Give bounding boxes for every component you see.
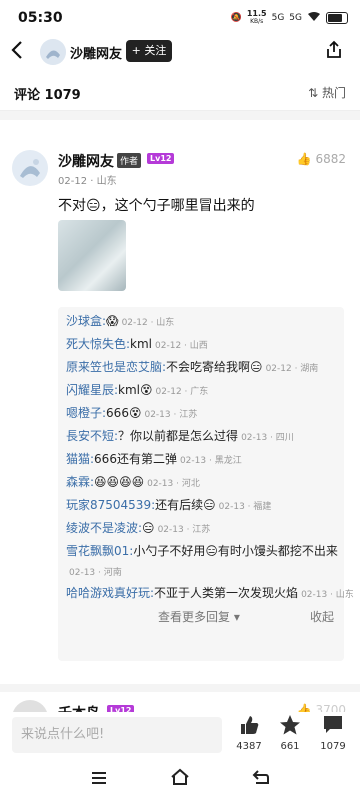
top-nav: 沙雕网友 + 关注	[0, 34, 360, 70]
comment-image[interactable]	[58, 220, 126, 291]
reply-item[interactable]: 猫猫:666还有第二弹 02-13 · 黑龙江	[66, 449, 242, 471]
page-name[interactable]: 沙雕网友	[70, 43, 122, 62]
comment-author[interactable]: 沙雕网友	[58, 151, 114, 171]
comment-count: 评论 1079	[14, 88, 81, 103]
like-icon	[241, 716, 259, 734]
back-icon[interactable]	[10, 38, 34, 66]
status-time: 05:30	[18, 10, 63, 26]
more-replies-button[interactable]: 查看更多回复 ▾	[158, 608, 240, 625]
collapse-button[interactable]: 收起	[310, 608, 334, 625]
reply-item[interactable]: 哈哈游戏真好玩:不亚于人类第一次发现火焰 02-13 · 山东	[66, 583, 354, 605]
replies-box: 沙球盒:😱 02-12 · 山东 死大惊失色:kml 02-12 · 山西 原来笠也…	[58, 307, 354, 661]
like-icon: 👍	[296, 152, 312, 166]
status-icons: 🔕 11.5 KB/s 5G 5G	[231, 10, 348, 26]
sort-icon: ⇅	[308, 86, 319, 100]
comment-like-button[interactable]: 👍 6882	[297, 152, 346, 166]
reply-item[interactable]: 原来笠也是恋艾脑:不会吃寄给我啊😑 02-12 · 湖南	[66, 357, 318, 379]
share-icon[interactable]	[324, 40, 344, 60]
return-icon[interactable]	[252, 769, 270, 789]
comments-header: 评论 1079 ⇅ 热门	[0, 72, 360, 111]
signal-1-icon: 5G	[271, 13, 285, 23]
like-button[interactable]: 4387	[232, 714, 266, 752]
signal-2-icon: 5G	[289, 13, 302, 23]
comment-meta: 02-12 · 山东	[58, 176, 117, 187]
favorite-button[interactable]: 661	[273, 714, 307, 752]
page-avatar[interactable]	[40, 39, 66, 65]
reply-item[interactable]: 嗯橙子:666😵 02-13 · 江苏	[66, 403, 197, 425]
comment-button[interactable]: 1079	[316, 714, 350, 752]
comment-icon	[324, 716, 342, 733]
reply-item[interactable]: 沙球盒:😱 02-12 · 山东	[66, 311, 174, 333]
comment-avatar[interactable]	[12, 150, 48, 186]
reply-item[interactable]: 死大惊失色:kml 02-12 · 山西	[66, 334, 208, 356]
emoji-icon: 😑	[86, 198, 101, 214]
bottom-action-bar: 来说点什么吧! 4387 661 1079	[0, 712, 360, 760]
mute-icon: 🔕	[230, 13, 242, 23]
reply-item[interactable]: 玩家87504539:还有后续😑 02-13 · 福建	[66, 495, 271, 517]
comment-input[interactable]: 来说点什么吧!	[12, 717, 222, 753]
follow-button[interactable]: + 关注	[126, 40, 172, 62]
star-icon	[280, 715, 300, 735]
divider	[0, 111, 360, 120]
home-icon[interactable]	[170, 768, 190, 790]
divider	[0, 684, 360, 692]
reply-item[interactable]: 長安不短:？你以前都是怎么过得 02-13 · 四川	[66, 426, 294, 448]
wifi-icon	[307, 11, 321, 25]
comment-text: 不对😑，这个勺子哪里冒出来的	[58, 198, 255, 214]
reply-item[interactable]: 森霖:😆😆😆😆 02-13 · 河北	[66, 472, 200, 494]
sort-hot[interactable]: ⇅ 热门	[308, 84, 346, 101]
level-badge: Lv12	[147, 153, 175, 164]
status-bar: 05:30 🔕 11.5 KB/s 5G 5G	[0, 0, 360, 34]
system-nav-bar	[0, 760, 360, 800]
comment-like-count: 6882	[315, 152, 346, 166]
battery-icon	[326, 12, 348, 24]
reply-item[interactable]: 绫波不是凌波:😑 02-13 · 江苏	[66, 518, 210, 540]
net-speed: 11.5 KB/s	[246, 9, 267, 26]
author-badge: 作者	[117, 153, 142, 168]
reply-item[interactable]: 闪耀星辰:kml😵 02-12 · 广东	[66, 380, 208, 402]
menu-icon[interactable]	[90, 770, 108, 790]
reply-item[interactable]: 雪花飘飘01:小勺子不好用😑有时小馒头都挖不出来02-13 · 河南	[66, 541, 338, 583]
